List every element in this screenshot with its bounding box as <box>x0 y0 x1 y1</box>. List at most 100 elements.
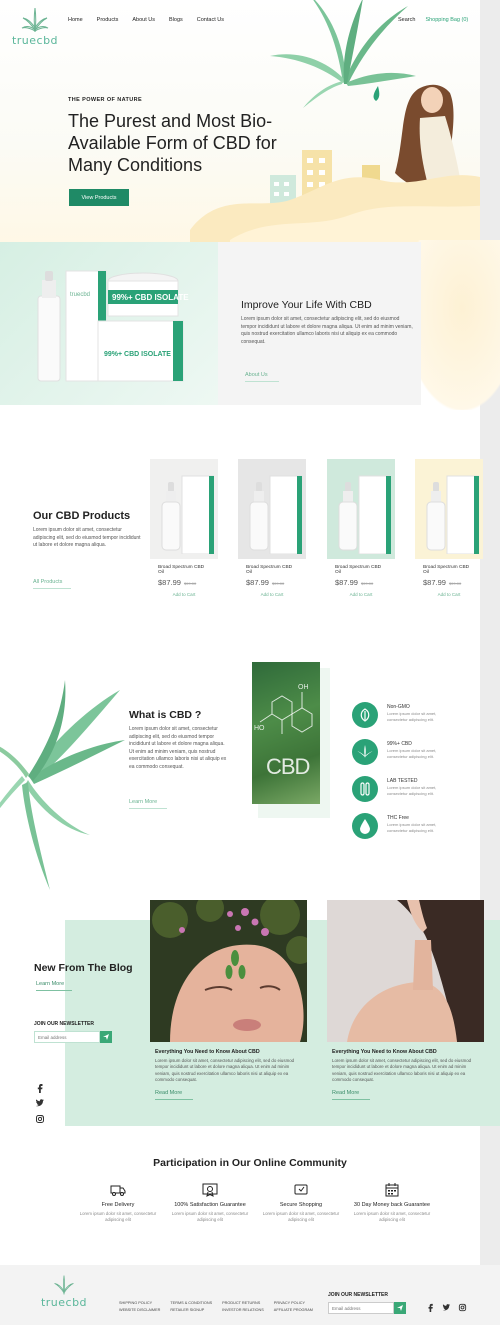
cannabis-leaf-illustration <box>0 680 125 890</box>
product-name[interactable]: Broad Spectrum CBD Oil <box>335 565 387 575</box>
community-item-text: Lorem ipsum dolor sit amet, consectetur … <box>171 1211 249 1222</box>
drop-icon <box>352 813 378 839</box>
blog-post-card[interactable]: Everything You Need to Know About CBD Lo… <box>150 900 307 1100</box>
products-title: Our CBD Products <box>33 510 131 522</box>
footer-newsletter-label: JOIN OUR NEWSLETTER <box>328 1292 389 1298</box>
read-more-link[interactable]: Read More <box>155 1090 193 1100</box>
page: THE POWER OF NATURE The Purest and Most … <box>0 0 500 1325</box>
svg-text:truecbd: truecbd <box>70 292 90 298</box>
logo[interactable]: truecbd <box>10 6 60 47</box>
product-name[interactable]: Broad Spectrum CBD Oil <box>158 565 210 575</box>
view-products-button[interactable]: View Products <box>69 189 129 206</box>
product-info: Broad Spectrum CBD Oil $87.99 $99.00 Add to… <box>327 559 395 599</box>
product-price: $87.99 $99.00 <box>246 578 298 587</box>
blog-learn-more-link[interactable]: Learn More <box>36 981 72 991</box>
all-products-link[interactable]: All Products <box>33 579 71 589</box>
footer-link-affiliate-program[interactable]: AFFILIATE PROGRAM <box>274 1308 313 1312</box>
feature-non-gmo: Non-GMO Lorem ipsum dolor sit amet, cons… <box>352 702 452 732</box>
about-us-link[interactable]: About Us <box>245 372 279 382</box>
product-card[interactable]: Broad Spectrum CBD Oil $87.99 $99.00 Add to… <box>238 459 306 599</box>
product-image[interactable] <box>238 459 306 559</box>
read-more-link[interactable]: Read More <box>332 1090 370 1100</box>
cbd-image-text: CBD <box>266 754 310 779</box>
nav-item-contact-us[interactable]: Contact Us <box>197 17 224 23</box>
cbd-bottle-icon <box>161 475 214 554</box>
product-card[interactable]: Broad Spectrum CBD Oil $87.99 $99.00 Add to… <box>327 459 395 599</box>
footer-link-terms[interactable]: TERMS & CONDITIONS <box>170 1301 212 1305</box>
blog-post-title[interactable]: Everything You Need to Know About CBD <box>332 1049 437 1055</box>
svg-text:OH: OH <box>298 684 309 691</box>
footer-links: SHIPPING POLICY TERMS & CONDITIONS PRODU… <box>119 1301 313 1312</box>
newsletter-submit-button[interactable] <box>100 1031 112 1043</box>
facebook-icon[interactable] <box>35 1083 45 1093</box>
add-to-cart-button[interactable]: Add to Cart <box>423 592 475 597</box>
feature-text: Lorem ipsum dolor sit amet, consectetur … <box>387 785 437 796</box>
box-label: 99%+ CBD ISOLATE <box>104 351 171 358</box>
add-to-cart-button[interactable]: Add to Cart <box>335 592 387 597</box>
feature-text: Lorem ipsum dolor sit amet, consectetur … <box>387 711 437 722</box>
blog-post-image <box>150 900 307 1042</box>
feature-title: THC Free <box>387 815 409 821</box>
feature-title: Non-GMO <box>387 704 410 710</box>
current-price: $87.99 <box>246 578 269 587</box>
learn-more-link[interactable]: Learn More <box>129 799 167 809</box>
instagram-icon[interactable] <box>458 1303 467 1312</box>
footer-link-shipping-policy[interactable]: SHIPPING POLICY <box>119 1301 160 1305</box>
product-image[interactable] <box>327 459 395 559</box>
product-price: $87.99 $99.00 <box>158 578 210 587</box>
newsletter-email-input[interactable] <box>34 1031 100 1043</box>
facebook-icon[interactable] <box>426 1303 435 1312</box>
footer-link-website-disclaimer[interactable]: WEBSITE DISCLAIMER <box>119 1308 160 1312</box>
product-image[interactable] <box>415 459 483 559</box>
community-item-secure-shopping: Secure Shopping Lorem ipsum dolor sit am… <box>255 1183 347 1222</box>
community-item-text: Lorem ipsum dolor sit amet, consectetur … <box>262 1211 340 1222</box>
community-item-satisfaction: 100% Satisfaction Guarantee Lorem ipsum … <box>164 1183 256 1222</box>
product-card[interactable]: Broad Spectrum CBD Oil $87.99 $99.00 Add to… <box>150 459 218 599</box>
current-price: $87.99 <box>335 578 358 587</box>
feature-title: LAB TESTED <box>387 778 418 784</box>
footer-link-privacy-policy[interactable]: PRIVACY POLICY <box>274 1301 313 1305</box>
nav-item-home[interactable]: Home <box>68 17 83 23</box>
add-to-cart-button[interactable]: Add to Cart <box>158 592 210 597</box>
truck-icon <box>110 1185 126 1196</box>
twitter-icon[interactable] <box>35 1098 45 1108</box>
product-name[interactable]: Broad Spectrum CBD Oil <box>246 565 298 575</box>
product-card[interactable]: Broad Spectrum CBD Oil $87.99 $99.00 Add to… <box>415 459 483 599</box>
blog-post-excerpt: Lorem ipsum dolor sit amet, consectetur … <box>155 1058 295 1083</box>
footer-newsletter-submit-button[interactable] <box>394 1302 406 1314</box>
product-info: Broad Spectrum CBD Oil $87.99 $99.00 Add to… <box>415 559 483 599</box>
footer-link-product-returns[interactable]: PRODUCT RETURNS <box>222 1301 264 1305</box>
feature-99-cbd: 99%+ CBD Lorem ipsum dolor sit amet, con… <box>352 739 452 769</box>
footer-link-retailer-signup[interactable]: RETAILER SIGNUP <box>170 1308 212 1312</box>
feature-thc-free: THC Free Lorem ipsum dolor sit amet, con… <box>352 813 452 843</box>
footer-link-investor-relations[interactable]: INVESTOR RELATIONS <box>222 1308 264 1312</box>
footer-logo[interactable]: truecbd <box>35 1274 93 1309</box>
blog-post-card[interactable]: Everything You Need to Know About CBD Lo… <box>327 900 484 1100</box>
cbd-products-image: truecbd 99%+ CBD ISOLATE 99%+ CBD ISOLAT… <box>37 270 189 382</box>
original-price: $99.00 <box>271 581 285 586</box>
shopping-bag-link[interactable]: Shopping Bag (0) <box>425 17 468 23</box>
molecule-icon: OH HO <box>254 684 313 734</box>
blog-post-title[interactable]: Everything You Need to Know About CBD <box>155 1049 260 1055</box>
twitter-icon[interactable] <box>442 1303 451 1312</box>
send-icon <box>103 1034 109 1040</box>
blog-post-image <box>327 900 484 1042</box>
feature-lab-tested: LAB TESTED Lorem ipsum dolor sit amet, c… <box>352 776 452 806</box>
what-is-cbd-title: What is CBD ? <box>129 709 202 721</box>
add-to-cart-button[interactable]: Add to Cart <box>246 592 298 597</box>
product-name[interactable]: Broad Spectrum CBD Oil <box>423 565 475 575</box>
jar-label: 99%+ CBD ISOLATE <box>112 293 189 302</box>
community-item-title: 100% Satisfaction Guarantee <box>174 1202 246 1208</box>
footer-newsletter-email-input[interactable] <box>328 1302 394 1314</box>
nav-item-about-us[interactable]: About Us <box>132 17 155 23</box>
product-image[interactable] <box>150 459 218 559</box>
nav-item-products[interactable]: Products <box>97 17 119 23</box>
search-link[interactable]: Search <box>398 17 415 23</box>
nav-item-blogs[interactable]: Blogs <box>169 17 183 23</box>
instagram-icon[interactable] <box>35 1114 45 1124</box>
secure-shopping-icon <box>294 1184 308 1195</box>
hero-eyebrow: THE POWER OF NATURE <box>68 97 143 103</box>
community-item-text: Lorem ipsum dolor sit amet, consectetur … <box>353 1211 431 1222</box>
feature-text: Lorem ipsum dolor sit amet, consectetur … <box>387 822 437 833</box>
header-actions: Search Shopping Bag (0) <box>398 17 468 23</box>
